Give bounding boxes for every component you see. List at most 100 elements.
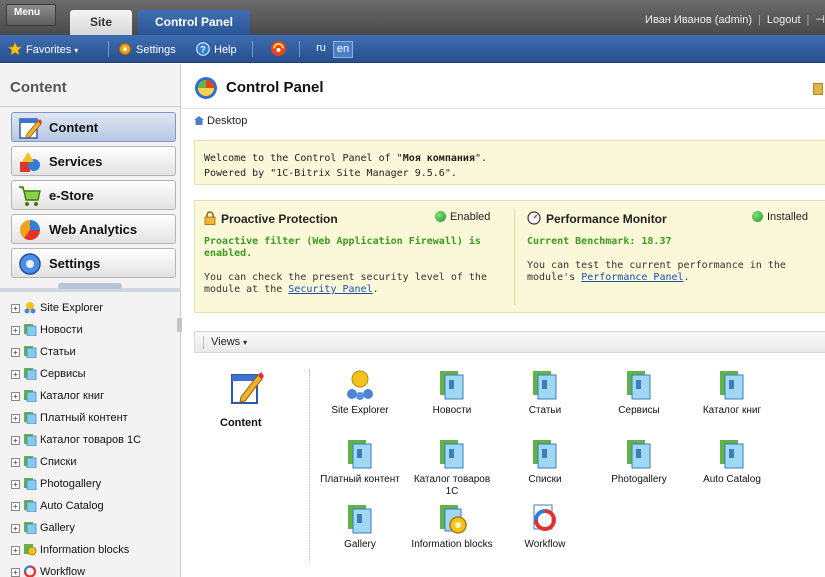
section-web-analytics[interactable]: Web Analytics — [11, 214, 176, 244]
section-label: Settings — [49, 256, 101, 271]
tree-item-label: Каталог книг — [40, 390, 105, 402]
tree-item-platny-kontent[interactable]: + Платный контент — [11, 411, 128, 429]
iblock-icon — [24, 500, 37, 512]
shopping-cart-icon — [19, 186, 41, 206]
language-en[interactable]: en — [333, 41, 353, 58]
welcome-box: Welcome to the Control Panel of "Моя ком… — [194, 140, 825, 185]
chevron-down-icon: ▾ — [74, 46, 79, 55]
performance-panel-link[interactable]: Performance Panel — [581, 272, 683, 283]
performance-state: Installed — [752, 211, 808, 223]
tree-item-label: Information blocks — [40, 544, 130, 556]
tree-item-workflow[interactable]: + Workflow — [11, 565, 85, 577]
iblock-icon — [24, 390, 37, 402]
iblock-icon — [24, 324, 37, 336]
tab-site[interactable]: Site — [70, 10, 132, 35]
language-ru[interactable]: ru — [311, 41, 331, 58]
user-name-link[interactable]: Иван Иванов (admin) — [645, 14, 752, 26]
section-e-store[interactable]: e-Store — [11, 180, 176, 210]
section-services[interactable]: Services — [11, 146, 176, 176]
tree-item-label: Auto Catalog — [40, 500, 104, 512]
tree-item-site-explorer[interactable]: + Site Explorer — [11, 301, 103, 319]
section-settings[interactable]: Settings — [11, 248, 176, 278]
grid-item-photogallery[interactable]: Photogallery — [594, 438, 684, 486]
welcome-line-2: Powered by "1C-Bitrix Site Manager 9.5.6… — [204, 168, 457, 179]
expand-icon[interactable]: + — [11, 370, 20, 379]
information-blocks-icon — [440, 505, 467, 534]
grid-divider — [309, 370, 310, 562]
help-button[interactable]: ? Help — [196, 42, 237, 56]
settings-gear-icon — [19, 253, 41, 275]
add-to-favorites-icon[interactable] — [813, 83, 823, 95]
expand-icon[interactable]: + — [11, 436, 20, 445]
performance-title: Performance Monitor — [527, 211, 667, 226]
section-label: Web Analytics — [49, 222, 138, 237]
expand-icon[interactable]: + — [11, 304, 20, 313]
grid-item-spiski[interactable]: Списки — [500, 438, 590, 486]
sidebar-title-divider — [0, 106, 181, 107]
star-icon — [8, 42, 22, 56]
section-label: Content — [49, 120, 99, 135]
expand-icon[interactable]: + — [11, 546, 20, 555]
analytics-icon — [20, 220, 40, 240]
proactive-protection-card: Proactive Protection Enabled Proactive f… — [195, 201, 513, 314]
expand-icon[interactable]: + — [11, 348, 20, 357]
views-dropdown[interactable]: Views ▾ — [211, 336, 247, 348]
tab-control-panel[interactable]: Control Panel — [138, 10, 250, 35]
tree-item-information-blocks[interactable]: + Information blocks — [11, 543, 129, 561]
grid-item-auto-catalog[interactable]: Auto Catalog — [687, 438, 777, 486]
tree-item-gallery[interactable]: + Gallery — [11, 521, 75, 539]
content-large-icon — [231, 372, 264, 404]
expand-icon[interactable]: + — [11, 568, 20, 577]
expand-icon[interactable]: + — [11, 326, 20, 335]
logout-link[interactable]: Logout — [767, 14, 801, 26]
expand-icon[interactable]: + — [11, 414, 20, 423]
security-panel-link[interactable]: Security Panel — [288, 284, 372, 295]
expand-icon[interactable]: + — [11, 502, 20, 511]
favorites-button[interactable]: Favorites ▾ — [8, 42, 78, 56]
expand-icon[interactable]: + — [11, 524, 20, 533]
toolbar-divider — [252, 41, 253, 57]
toolbar: Favorites ▾ Settings ? Help ru en — [0, 35, 825, 63]
grid-item-information-blocks[interactable]: Information blocks — [407, 503, 497, 551]
grid-item-workflow[interactable]: Workflow — [500, 503, 590, 551]
tree-item-photogallery[interactable]: + Photogallery — [11, 477, 101, 495]
installed-status-icon — [752, 211, 763, 222]
iblock-icon — [533, 440, 557, 469]
grid-item-servisy[interactable]: Сервисы — [594, 369, 684, 417]
pin-icon[interactable]: ⊣ — [815, 14, 825, 26]
gear-icon — [119, 43, 131, 55]
grid-item-katalog-tovarov[interactable]: Каталог товаров 1С — [407, 438, 497, 498]
expand-icon[interactable]: + — [11, 392, 20, 401]
grid-item-gallery[interactable]: Gallery — [315, 503, 405, 551]
grid-item-katalog-knig[interactable]: Каталог книг — [687, 369, 777, 417]
content-section-label: Content — [220, 417, 262, 429]
tree-item-label: Списки — [40, 456, 77, 468]
menu-button[interactable]: Menu — [6, 4, 56, 26]
tree-item-novosti[interactable]: + Новости — [11, 323, 83, 341]
help-icon: ? — [196, 42, 210, 56]
breadcrumb-desktop-link[interactable]: Desktop — [207, 115, 247, 127]
tree-item-servisy[interactable]: + Сервисы — [11, 367, 86, 385]
speedometer-icon — [527, 211, 541, 225]
expand-icon[interactable]: + — [11, 458, 20, 467]
grid-item-stati[interactable]: Статьи — [500, 369, 590, 417]
grid-item-novosti[interactable]: Новости — [407, 369, 497, 417]
grid-item-platny-kontent[interactable]: Платный контент — [315, 438, 405, 486]
tree-item-katalog-tovarov[interactable]: + Каталог товаров 1С — [11, 433, 141, 451]
expand-icon[interactable]: + — [11, 480, 20, 489]
iblock-icon — [720, 371, 744, 400]
splitter-handle[interactable] — [58, 283, 122, 289]
tree-item-katalog-knig[interactable]: + Каталог книг — [11, 389, 104, 407]
services-icon — [20, 152, 40, 172]
bitrix-logo-button[interactable] — [270, 40, 287, 60]
workflow-icon — [23, 565, 37, 577]
grid-item-site-explorer[interactable]: Site Explorer — [315, 369, 405, 417]
tree-item-spiski[interactable]: + Списки — [11, 455, 77, 473]
tree-item-stati[interactable]: + Статьи — [11, 345, 76, 363]
settings-button[interactable]: Settings — [118, 42, 176, 56]
svg-text:?: ? — [200, 45, 206, 55]
home-icon — [194, 116, 204, 125]
tree-item-auto-catalog[interactable]: + Auto Catalog — [11, 499, 104, 517]
section-content[interactable]: Content — [11, 112, 176, 142]
top-bar: Menu Site Control Panel Иван Иванов (adm… — [0, 0, 825, 35]
